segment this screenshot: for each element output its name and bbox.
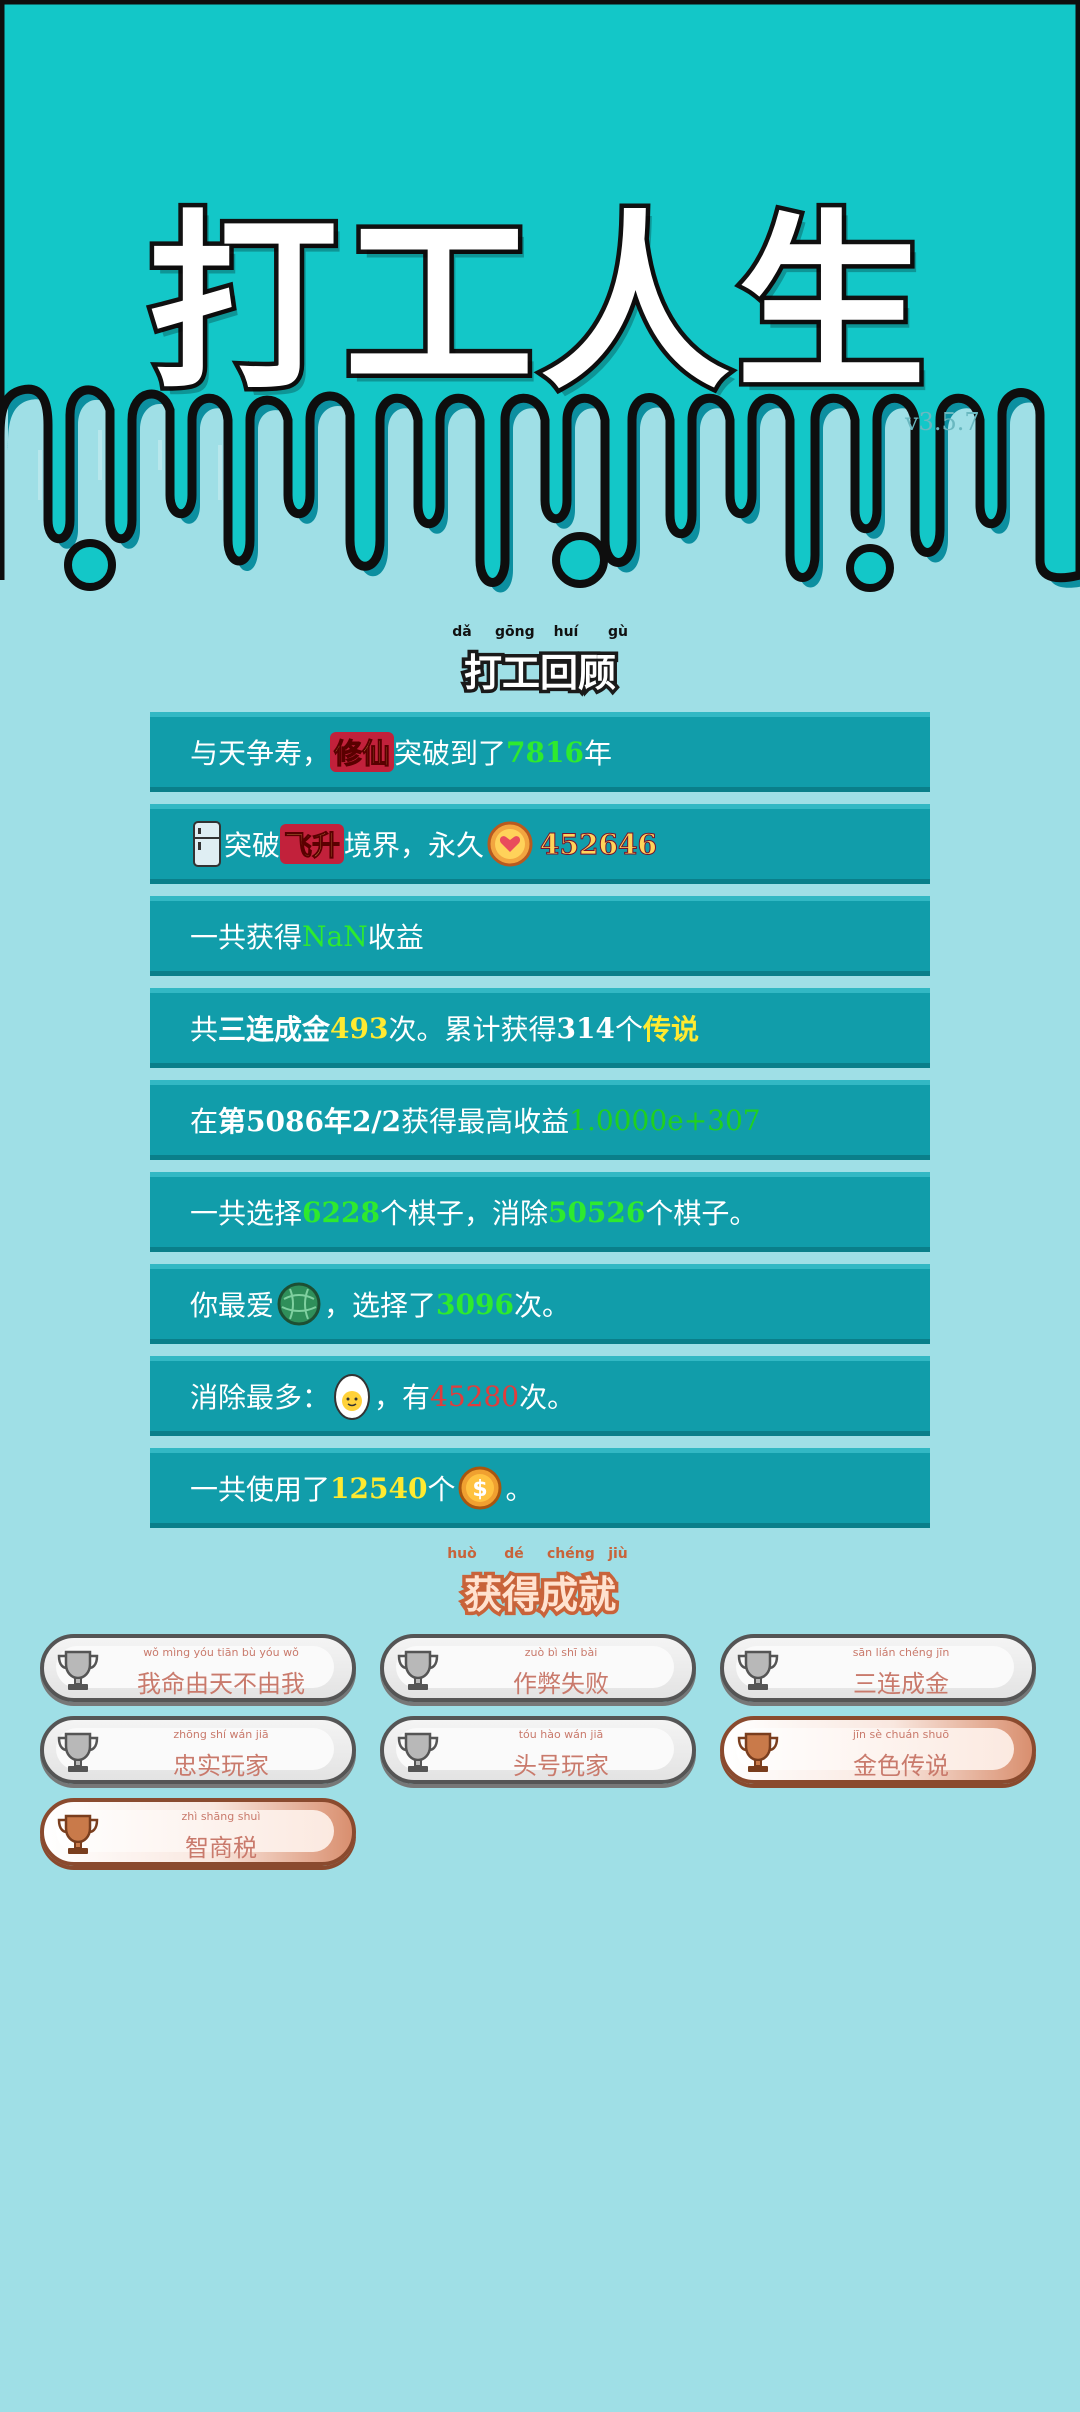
achievement-label: 智商税 bbox=[185, 1834, 257, 1862]
review-line-pieces: 一共选择 6228 个棋子，消除 50526 个棋子。 bbox=[150, 1172, 930, 1252]
game-title: 打工人生 bbox=[143, 190, 932, 420]
heart-coin-icon bbox=[487, 821, 533, 867]
review-title-pinyin: dǎ gōng huí gù bbox=[452, 624, 628, 640]
achievement-label: 作弊失败 bbox=[513, 1670, 609, 1698]
achievement-badge[interactable]: zhōng shí wán jiā 忠实玩家 bbox=[40, 1716, 356, 1784]
review-line-most-cleared: 消除最多： ，有 45280 次。 bbox=[150, 1356, 930, 1436]
achievement-pinyin: zhōng shí wán jiā bbox=[173, 1728, 269, 1741]
achievement-badge[interactable]: jīn sè chuán shuō 金色传说 bbox=[720, 1716, 1036, 1784]
trophy-icon bbox=[57, 1814, 99, 1854]
achievement-badge[interactable]: sān lián chéng jīn 三连成金 bbox=[720, 1634, 1036, 1702]
achievements-title: huò dé chéng jiù 获得成就 bbox=[0, 1546, 1080, 1621]
review-line-cultivation: 与天争寿， 修仙 突破到了 7816 年 bbox=[150, 712, 930, 792]
achievement-label: 我命由天不由我 bbox=[137, 1670, 305, 1698]
achievement-badge[interactable]: zuò bì shī bài 作弊失败 bbox=[380, 1634, 696, 1702]
achievement-pinyin: tóu hào wán jiā bbox=[518, 1728, 604, 1741]
achievement-label: 三连成金 bbox=[853, 1670, 949, 1698]
achievement-pinyin: jīn sè chuán shuō bbox=[852, 1728, 950, 1741]
review-line-best-income: 在 第5086年2/2 获得最高收益 1.0000e+307 bbox=[150, 1080, 930, 1160]
trophy-icon bbox=[57, 1732, 99, 1772]
achievements-title-pinyin: huò dé chéng jiù bbox=[447, 1546, 628, 1562]
trophy-icon bbox=[737, 1732, 779, 1772]
egg-icon bbox=[334, 1374, 371, 1420]
achievement-pinyin: sān lián chéng jīn bbox=[852, 1646, 950, 1659]
watermelon-icon bbox=[277, 1282, 321, 1326]
review-line-coins: 一共使用了 12540 个 $ 。 bbox=[150, 1448, 930, 1528]
svg-text:$: $ bbox=[473, 1477, 488, 1502]
achievement-label: 忠实玩家 bbox=[173, 1752, 269, 1780]
version-label: v3.5.7 bbox=[905, 408, 980, 436]
achievement-label: 金色传说 bbox=[853, 1752, 949, 1780]
header: 打工人生 v3.5.7 bbox=[0, 0, 1080, 620]
review-line-ascension: 突破 飞升 境界，永久 452646 bbox=[150, 804, 930, 884]
achievement-badge[interactable]: zhì shāng shuì 智商税 bbox=[40, 1798, 356, 1866]
trophy-icon bbox=[57, 1650, 99, 1690]
achievement-pinyin: zhì shāng shuì bbox=[181, 1810, 261, 1823]
trophy-icon bbox=[737, 1650, 779, 1690]
trophy-icon bbox=[397, 1650, 439, 1690]
achievement-label: 头号玩家 bbox=[513, 1752, 609, 1780]
achievement-pinyin: wǒ mìng yóu tiān bù yóu wǒ bbox=[143, 1646, 299, 1659]
review-title: dǎ gōng huí gù 打工回顾 bbox=[0, 624, 1080, 699]
fridge-icon bbox=[193, 821, 221, 867]
coin-icon: $ bbox=[458, 1466, 502, 1510]
achievement-badge[interactable]: wǒ mìng yóu tiān bù yóu wǒ 我命由天不由我 bbox=[40, 1634, 356, 1702]
achievement-pinyin: zuò bì shī bài bbox=[524, 1646, 598, 1659]
review-line-triple: 共三连成金 493 次。累计获得 314 个传说 bbox=[150, 988, 930, 1068]
review-line-income: 一共获得 NaN 收益 bbox=[150, 896, 930, 976]
review-line-favorite: 你最爱 ，选择了 3096 次。 bbox=[150, 1264, 930, 1344]
trophy-icon bbox=[397, 1732, 439, 1772]
achievement-badge[interactable]: tóu hào wán jiā 头号玩家 bbox=[380, 1716, 696, 1784]
